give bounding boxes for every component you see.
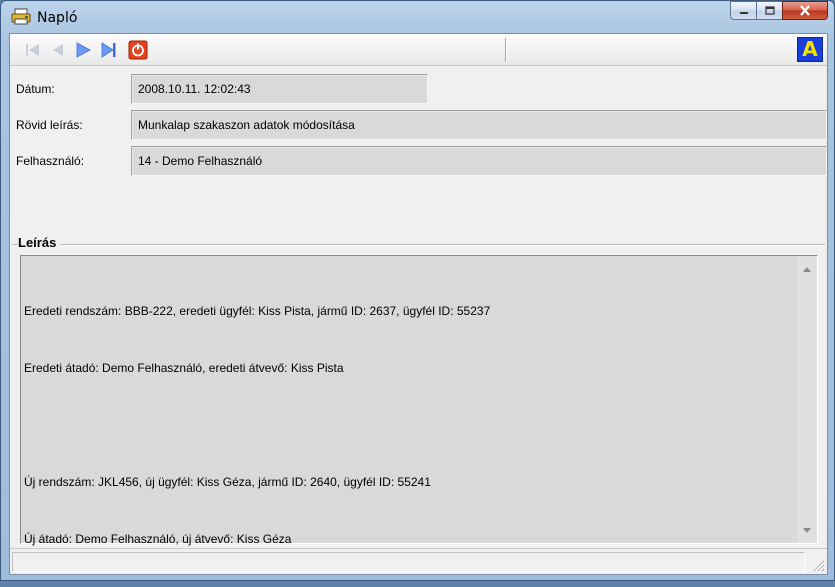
next-record-button[interactable]: [70, 38, 96, 62]
leiras-line: Eredeti átadó: Demo Felhasználó, eredeti…: [24, 361, 344, 375]
close-icon: [800, 5, 810, 16]
previous-record-button[interactable]: [46, 38, 70, 62]
exit-icon: [128, 40, 148, 60]
scroll-down-button[interactable]: [797, 521, 817, 539]
toolbar: A: [10, 34, 827, 66]
minimize-button[interactable]: [730, 1, 756, 20]
leiras-group-border: [12, 244, 825, 246]
previous-record-icon: [53, 44, 63, 56]
chevron-up-icon: [803, 266, 811, 272]
leiras-scrollbar[interactable]: [797, 256, 817, 543]
exit-button[interactable]: [126, 38, 150, 62]
client-area: A Dátum: 2008.10.11. 12:02:43 Rövid leír…: [9, 33, 828, 575]
last-record-icon: [101, 42, 116, 58]
felhasznalo-field[interactable]: 14 - Demo Felhasználó: [131, 146, 827, 176]
chevron-down-icon: [803, 527, 811, 533]
datum-label: Dátum:: [16, 82, 55, 96]
font-button[interactable]: A: [797, 37, 823, 62]
felhasznalo-label: Felhasználó:: [16, 154, 85, 168]
first-record-icon: [26, 44, 39, 56]
toolbar-separator: [505, 38, 507, 62]
felhasznalo-row: Felhasználó: 14 - Demo Felhasználó: [10, 146, 827, 176]
rovid-leiras-row: Rövid leírás: Munkalap szakaszon adatok …: [10, 110, 827, 140]
status-panel: [12, 552, 805, 572]
next-record-icon: [76, 42, 91, 58]
leiras-line: [24, 416, 793, 435]
last-record-button[interactable]: [96, 38, 122, 62]
maximize-icon: [764, 6, 775, 15]
datum-row: Dátum: 2008.10.11. 12:02:43: [10, 74, 827, 104]
window-title: Napló: [37, 10, 78, 26]
close-button[interactable]: [782, 1, 828, 20]
leiras-memo[interactable]: Eredeti rendszám: BBB-222, eredeti ügyfé…: [20, 255, 818, 546]
maximize-button[interactable]: [756, 1, 782, 20]
rovid-leiras-label: Rövid leírás:: [16, 118, 83, 132]
datum-field[interactable]: 2008.10.11. 12:02:43: [131, 74, 428, 104]
title-bar[interactable]: Napló: [1, 1, 834, 33]
rovid-leiras-field[interactable]: Munkalap szakaszon adatok módosítása: [131, 110, 827, 140]
leiras-text: Eredeti rendszám: BBB-222, eredeti ügyfé…: [24, 264, 793, 587]
window-controls: [730, 1, 828, 21]
leiras-group-title: Leírás: [18, 235, 61, 250]
scroll-up-button[interactable]: [797, 260, 817, 278]
status-bar: [10, 548, 827, 574]
leiras-line: Új átadó: Demo Felhasználó, új átvevő: K…: [24, 532, 292, 546]
leiras-line: Eredeti rendszám: BBB-222, eredeti ügyfé…: [24, 304, 491, 318]
printer-icon: [11, 8, 31, 25]
minimize-icon: [739, 11, 748, 14]
leiras-line: Új rendszám: JKL456, új ügyfél: Kiss Géz…: [24, 475, 431, 489]
first-record-button[interactable]: [20, 38, 46, 62]
naplo-window: Napló A Dátum: 2008.10.11. 12:02:43 Rövi…: [0, 0, 835, 581]
resize-grip-icon[interactable]: [809, 556, 825, 572]
